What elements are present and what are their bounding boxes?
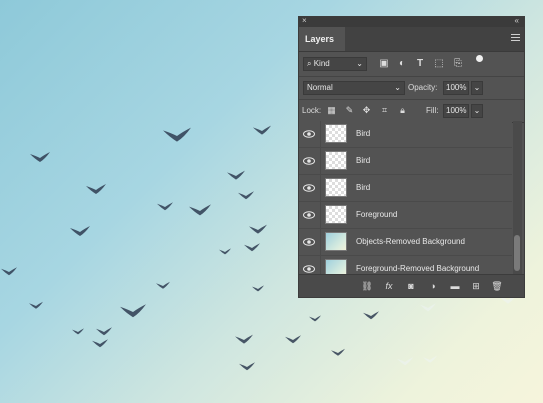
chevron-down-icon: ⌄: [394, 83, 401, 92]
bird-silhouette: [420, 303, 436, 312]
visibility-eye-icon[interactable]: [303, 263, 315, 274]
bird-silhouette: [72, 328, 84, 335]
search-icon: ⌕: [307, 59, 314, 68]
image-filter-icon[interactable]: ▣: [378, 58, 390, 70]
bird-silhouette: [92, 339, 108, 348]
add-mask-icon[interactable]: ◙: [405, 280, 417, 292]
type-filter-icon[interactable]: T: [414, 58, 426, 70]
layers-list: Bird Bird Bird Foreground Objects-Remove…: [299, 121, 512, 274]
opacity-label: Opacity:: [408, 83, 438, 92]
layer-row[interactable]: Bird: [299, 121, 512, 148]
bird-silhouette: [30, 152, 50, 162]
layer-thumbnail: [325, 205, 347, 224]
filter-toggle-icon[interactable]: [476, 55, 483, 62]
chevron-down-icon: ⌄: [356, 59, 363, 68]
fill-label: Fill:: [426, 106, 439, 115]
bird-silhouette: [309, 315, 321, 322]
new-layer-icon[interactable]: ⊞: [470, 280, 482, 292]
layer-name: Foreground-Removed Background: [356, 264, 480, 273]
lock-artboard-icon[interactable]: ⌗: [379, 105, 390, 116]
bird-silhouette: [227, 170, 245, 180]
delete-layer-icon[interactable]: 🗑︎: [491, 280, 503, 292]
panel-title-bar: × «: [299, 16, 524, 27]
layer-thumbnail: [325, 178, 347, 197]
panel-tab-row: Layers: [299, 27, 524, 52]
layer-thumbnail: [325, 124, 347, 143]
bird-silhouette: [252, 285, 264, 292]
bird-silhouette: [219, 248, 231, 255]
bird-silhouette: [235, 334, 253, 344]
bird-silhouette: [331, 348, 345, 356]
adjustment-layer-icon[interactable]: ◑: [427, 280, 439, 292]
shape-filter-icon[interactable]: ⬚: [433, 58, 445, 70]
scrollbar-thumb[interactable]: [514, 235, 520, 271]
visibility-eye-icon[interactable]: [303, 236, 315, 248]
bird-silhouette: [189, 204, 211, 216]
bird-silhouette: [244, 243, 260, 252]
layer-name: Objects-Removed Background: [356, 237, 465, 246]
bird-silhouette: [363, 311, 379, 320]
bird-silhouette: [238, 191, 254, 200]
filter-kind-label: Kind: [313, 59, 330, 68]
bird-silhouette: [156, 281, 170, 289]
adjustment-filter-icon[interactable]: ◐: [396, 58, 408, 70]
layer-thumbnail: [325, 259, 347, 274]
filter-row: ⌕ Kind ⌄ ▣ ◐ T ⬚ ⎘: [299, 52, 524, 77]
smart-object-filter-icon[interactable]: ⎘: [452, 58, 464, 70]
bird-silhouette: [29, 301, 43, 309]
filter-kind-select[interactable]: ⌕ Kind ⌄: [303, 57, 367, 71]
bird-silhouette: [397, 357, 413, 366]
bird-silhouette: [86, 184, 106, 194]
layer-row[interactable]: Objects-Removed Background: [299, 229, 512, 256]
layer-thumbnail: [325, 232, 347, 251]
layer-thumbnail: [325, 151, 347, 170]
bird-silhouette: [157, 202, 173, 211]
blend-mode-select[interactable]: Normal ⌄: [303, 81, 405, 95]
lock-row: Lock: ▦ ✎ ✥ ⌗ 🔒︎ Fill: 100% ⌄: [299, 100, 524, 123]
layer-name: Foreground: [356, 210, 398, 219]
lock-image-pixels-icon[interactable]: ✎: [344, 105, 355, 116]
bird-silhouette: [163, 127, 191, 142]
lock-all-icon[interactable]: 🔒︎: [397, 105, 408, 116]
lock-position-icon[interactable]: ✥: [361, 105, 372, 116]
layers-scrollbar[interactable]: [513, 121, 522, 274]
panel-menu-icon[interactable]: [511, 34, 520, 43]
layer-name: Bird: [356, 183, 371, 192]
layer-row[interactable]: Bird: [299, 148, 512, 175]
bird-silhouette: [239, 362, 255, 371]
bird-silhouette: [120, 304, 146, 318]
bird-silhouette: [285, 335, 301, 344]
fill-input[interactable]: 100%: [443, 104, 469, 118]
blend-mode-value: Normal: [307, 83, 333, 92]
opacity-dropdown-icon[interactable]: ⌄: [471, 81, 483, 95]
layers-panel: × « Layers ⌕ Kind ⌄ ▣ ◐ T ⬚ ⎘ Normal ⌄ O…: [298, 16, 525, 298]
visibility-eye-icon[interactable]: [303, 182, 315, 194]
visibility-eye-icon[interactable]: [303, 209, 315, 221]
lock-transparent-pixels-icon[interactable]: ▦: [326, 105, 337, 116]
layer-row[interactable]: Bird: [299, 175, 512, 202]
visibility-eye-icon[interactable]: [303, 155, 315, 167]
bird-silhouette: [253, 125, 271, 135]
bird-silhouette: [70, 226, 90, 236]
bird-silhouette: [423, 355, 437, 363]
tab-layers[interactable]: Layers: [299, 27, 345, 51]
bird-silhouette: [1, 267, 17, 276]
layer-name: Bird: [356, 129, 371, 138]
lock-label: Lock:: [302, 106, 322, 115]
new-group-icon[interactable]: ▬: [449, 280, 461, 292]
visibility-eye-icon[interactable]: [303, 128, 315, 140]
close-panel-icon[interactable]: ×: [302, 16, 307, 25]
fx-icon[interactable]: fx: [383, 280, 395, 292]
collapse-panel-icon[interactable]: «: [515, 16, 519, 25]
bird-silhouette: [249, 224, 267, 234]
layer-row[interactable]: Foreground-Removed Background: [299, 256, 512, 274]
fill-dropdown-icon[interactable]: ⌄: [471, 104, 483, 118]
layers-bottom-toolbar: ⛓ fx ◙ ◑ ▬ ⊞ 🗑︎: [299, 274, 524, 297]
blend-row: Normal ⌄ Opacity: 100% ⌄: [299, 77, 524, 100]
bird-silhouette: [96, 327, 112, 336]
layer-row[interactable]: Foreground: [299, 202, 512, 229]
link-layers-icon[interactable]: ⛓: [361, 280, 373, 292]
opacity-input[interactable]: 100%: [443, 81, 469, 95]
layer-name: Bird: [356, 156, 371, 165]
